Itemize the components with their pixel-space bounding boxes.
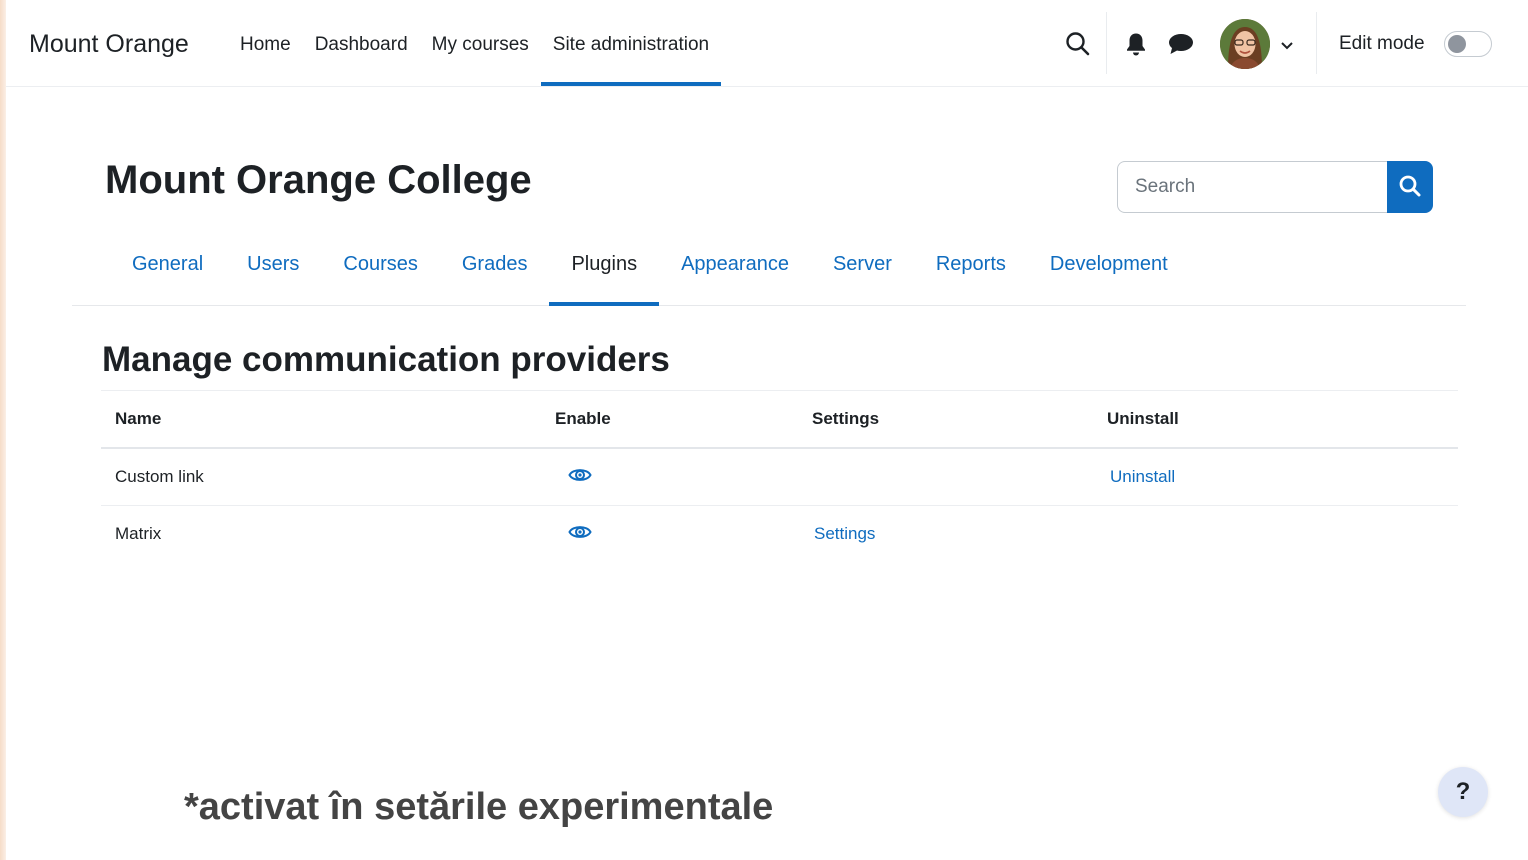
toggle-knob <box>1448 35 1466 53</box>
provider-name: Matrix <box>115 524 162 543</box>
tab-development[interactable]: Development <box>1028 228 1190 305</box>
nav-item-dashboard[interactable]: Dashboard <box>303 0 420 86</box>
search-input[interactable] <box>1117 161 1388 213</box>
enable-cell <box>555 506 812 563</box>
table-row: Custom link Uninstall <box>101 448 1458 506</box>
nav-item-home[interactable]: Home <box>228 0 303 86</box>
settings-cell <box>812 448 1107 506</box>
uninstall-link[interactable]: Uninstall <box>1110 467 1175 486</box>
settings-cell: Settings <box>812 506 1107 563</box>
site-brand[interactable]: Mount Orange <box>29 30 189 59</box>
tab-server[interactable]: Server <box>811 228 914 305</box>
tab-plugins[interactable]: Plugins <box>549 228 659 306</box>
admin-tabs: General Users Courses Grades Plugins App… <box>72 228 1466 306</box>
provider-name: Custom link <box>101 448 555 506</box>
top-navbar: Mount Orange Home Dashboard My courses S… <box>6 0 1528 87</box>
primary-navigation: Home Dashboard My courses Site administr… <box>228 0 722 86</box>
nav-item-site-administration[interactable]: Site administration <box>540 0 722 86</box>
edit-mode-label: Edit mode <box>1339 33 1425 54</box>
chevron-down-icon[interactable] <box>1280 38 1294 56</box>
section-title: Manage communication providers <box>102 340 670 379</box>
tab-general[interactable]: General <box>110 228 225 305</box>
column-header-enable: Enable <box>555 390 812 449</box>
navbar-divider <box>1316 12 1317 74</box>
avatar[interactable] <box>1220 19 1270 69</box>
column-header-settings: Settings <box>812 390 1107 449</box>
column-header-uninstall: Uninstall <box>1107 390 1458 449</box>
tab-appearance[interactable]: Appearance <box>659 228 811 305</box>
edit-mode-toggle[interactable] <box>1444 31 1492 57</box>
column-header-name: Name <box>101 390 555 449</box>
footer-note: *activat în setările experimentale <box>184 786 774 828</box>
page-frame: Mount Orange Home Dashboard My courses S… <box>6 0 1528 860</box>
nav-item-my-courses[interactable]: My courses <box>420 0 541 86</box>
tab-grades[interactable]: Grades <box>440 228 550 305</box>
bell-icon[interactable] <box>1125 32 1147 61</box>
uninstall-cell: Uninstall <box>1107 448 1458 506</box>
chat-icon[interactable] <box>1168 33 1194 60</box>
eye-icon[interactable] <box>568 523 592 546</box>
search-button[interactable] <box>1387 161 1433 213</box>
search-icon <box>1398 174 1422 201</box>
table-row: Matrix Settings <box>101 506 1458 563</box>
page-title: Mount Orange College <box>105 158 532 202</box>
navbar-divider <box>1106 12 1107 74</box>
tab-users[interactable]: Users <box>225 228 321 305</box>
providers-table: Name Enable Settings Uninstall Custom li… <box>101 390 1458 562</box>
eye-icon[interactable] <box>568 466 592 489</box>
uninstall-cell <box>1107 506 1458 563</box>
search-icon[interactable] <box>1065 31 1091 62</box>
settings-link[interactable]: Settings <box>814 524 875 543</box>
enable-cell <box>555 448 812 506</box>
admin-search <box>1117 161 1433 213</box>
tab-courses[interactable]: Courses <box>321 228 439 305</box>
table-header-row: Name Enable Settings Uninstall <box>101 390 1458 449</box>
tab-reports[interactable]: Reports <box>914 228 1028 305</box>
help-button[interactable]: ? <box>1438 767 1488 817</box>
